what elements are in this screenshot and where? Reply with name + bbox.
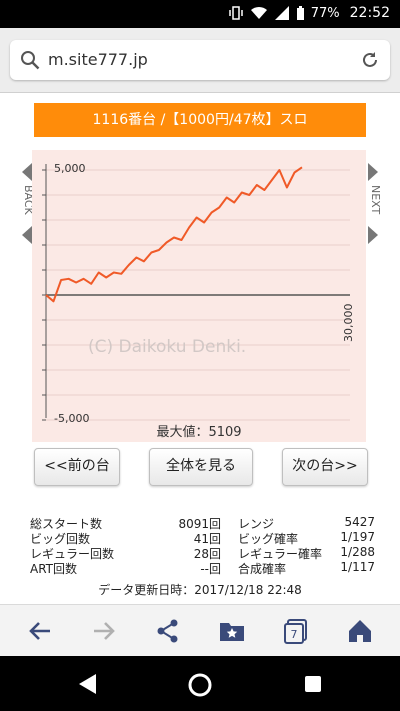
stat-label: 合成確率 [238,562,287,576]
url-text: m.site777.jp [48,50,148,69]
battery-icon [296,5,304,20]
y-tick-bottom: -5,000 [54,412,89,425]
tabs-icon[interactable]: 7 [282,617,310,645]
next-arrow-icon[interactable] [368,163,378,181]
view-all-button[interactable]: 全体を見る [149,448,253,486]
battery-level: 77% [310,5,340,21]
browser-bottom-toolbar: 7 [0,604,400,657]
nav-recents-icon[interactable] [304,675,322,693]
next-label[interactable]: NEXT [364,185,388,221]
slump-chart-svg: 5,000 -5,000 30,000 (C) Daikoku Denki. 最… [42,162,355,440]
stat-value: 1/117 [340,560,375,574]
search-icon [21,51,40,70]
back-arrow-icon[interactable] [22,163,32,181]
prev-machine-button[interactable]: <<前の台 [34,448,120,486]
data-updated-timestamp: データ更新日時：2017/12/18 22:48 [98,583,302,597]
chart-watermark: (C) Daikoku Denki. [88,337,246,357]
machine-title-banner: 1116番台 /【1000円/47枚】スロ [34,103,366,137]
cell-signal-icon [274,6,289,20]
max-value-label: 最大値：5109 [156,424,241,440]
stat-value: 5427 [344,515,375,529]
next-machine-button[interactable]: 次の台>> [282,448,368,486]
stats-row: ART回数 --回 合成確率 1/117 [30,560,375,576]
back-arrow-lower-icon[interactable] [22,226,32,244]
bookmark-folder-icon[interactable] [218,617,246,645]
stats-table: 総スタート数 8091回 レンジ 5427 ビッグ回数 41回 ビッグ確率 1/… [30,515,375,576]
forward-icon[interactable] [90,617,118,645]
svg-text:7: 7 [291,628,298,641]
slump-chart: 5,000 -5,000 30,000 (C) Daikoku Denki. 最… [32,150,366,442]
y-tick-top: 5,000 [54,162,86,175]
back-icon[interactable] [26,617,54,645]
stats-row: ビッグ回数 41回 ビッグ確率 1/197 [30,530,375,546]
nav-back-icon[interactable] [78,673,98,695]
stat-value: 1/197 [340,530,375,544]
home-icon[interactable] [346,617,374,645]
share-icon[interactable] [154,617,182,645]
clock: 22:52 [349,5,390,21]
wifi-icon [250,6,267,19]
stat-value: --回 [200,562,221,576]
url-field[interactable]: m.site777.jp [10,40,390,80]
x-tick-end: 30,000 [342,304,355,343]
next-arrow-lower-icon[interactable] [368,226,378,244]
stat-label: ART回数 [30,562,78,576]
vibrate-icon [228,6,243,20]
stats-row: 総スタート数 8091回 レンジ 5427 [30,515,375,531]
nav-home-icon[interactable] [187,672,213,698]
stats-row: レギュラー回数 28回 レギュラー確率 1/288 [30,545,375,561]
stat-value: 1/288 [340,545,375,559]
status-bar: 77% 22:52 [0,0,400,28]
reload-icon[interactable] [360,50,380,70]
system-navigation-bar [0,656,400,711]
series-line [45,166,303,303]
browser-toolbar: m.site777.jp [0,28,400,93]
